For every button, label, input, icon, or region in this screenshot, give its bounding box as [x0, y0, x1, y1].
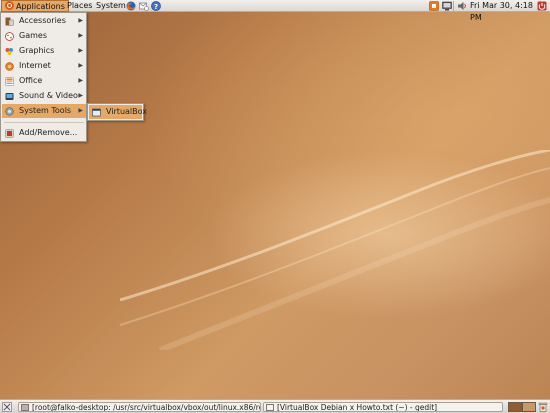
applications-menu-button[interactable]: Applications — [1, 0, 69, 12]
submenu-arrow-icon: ▶ — [78, 107, 83, 114]
taskbar-window-label: [VirtualBox Debian x Howto.txt (~) - ged… — [277, 403, 438, 412]
applications-menu: Accessories ▶ Games ▶ Graphics ▶ Interne… — [0, 12, 87, 142]
menu-item-label: Accessories — [19, 16, 66, 25]
show-desktop-icon[interactable] — [2, 402, 12, 412]
submenu-arrow-icon: ▶ — [78, 92, 83, 99]
menu-item-internet[interactable]: Internet ▶ — [2, 59, 86, 73]
menu-item-sound-video[interactable]: Sound & Video ▶ — [2, 89, 86, 103]
submenu-arrow-icon: ▶ — [78, 47, 83, 54]
menu-item-system-tools[interactable]: System Tools ▶ — [2, 104, 86, 118]
submenu-arrow-icon: ▶ — [78, 62, 83, 69]
panel-separator — [453, 1, 454, 11]
bottom-panel: [root@falko-desktop: /usr/src/virtualbox… — [0, 399, 550, 413]
menu-item-add-remove[interactable]: Add/Remove... — [2, 126, 86, 140]
places-menu-button[interactable]: Places — [64, 0, 95, 12]
menu-item-accessories[interactable]: Accessories ▶ — [2, 14, 86, 28]
menu-item-games[interactable]: Games ▶ — [2, 29, 86, 43]
taskbar-window-gedit[interactable]: [VirtualBox Debian x Howto.txt (~) - ged… — [263, 402, 503, 412]
top-panel: Applications Places System ? Fri Mar 30,… — [0, 0, 550, 22]
mail-launcher-icon[interactable] — [139, 1, 149, 11]
applications-menu-label: Applications — [16, 2, 65, 11]
menu-item-label: VirtualBox — [106, 107, 148, 116]
network-monitor-icon[interactable] — [442, 1, 452, 11]
update-notifier-icon[interactable] — [429, 1, 439, 11]
add-remove-icon — [5, 129, 14, 138]
taskbar-window-label: [root@falko-desktop: /usr/src/virtualbox… — [32, 403, 261, 412]
menu-item-office[interactable]: Office ▶ — [2, 74, 86, 88]
wallpaper-wave — [120, 150, 550, 350]
terminal-icon — [21, 404, 29, 411]
system-menu-button[interactable]: System — [93, 0, 129, 12]
submenu-arrow-icon: ▶ — [78, 77, 83, 84]
workspace-2[interactable] — [522, 402, 536, 412]
menu-item-label: System Tools — [19, 106, 72, 115]
submenu-arrow-icon: ▶ — [78, 17, 83, 24]
taskbar-window-terminal[interactable]: [root@falko-desktop: /usr/src/virtualbox… — [18, 402, 261, 412]
internet-icon — [5, 62, 14, 71]
virtualbox-icon — [92, 108, 101, 117]
sound-video-icon — [5, 93, 14, 100]
menu-separator — [4, 122, 84, 123]
menu-item-label: Games — [19, 31, 47, 40]
menu-item-label: Internet — [19, 61, 51, 70]
office-icon — [5, 77, 14, 86]
text-editor-icon — [266, 404, 274, 411]
volume-icon[interactable] — [457, 1, 467, 11]
system-tools-submenu: VirtualBox — [87, 103, 147, 121]
submenu-arrow-icon: ▶ — [78, 32, 83, 39]
menu-item-label: Office — [19, 76, 43, 85]
workspace-1[interactable] — [508, 402, 522, 412]
graphics-icon — [5, 48, 13, 55]
system-tools-icon — [5, 107, 14, 116]
menu-item-label: Graphics — [19, 46, 55, 55]
ubuntu-logo-icon — [5, 1, 14, 10]
menu-item-virtualbox[interactable]: VirtualBox — [89, 105, 147, 119]
accessories-icon — [5, 17, 14, 26]
menu-item-label: Sound & Video — [19, 91, 78, 100]
help-launcher-icon[interactable]: ? — [151, 1, 161, 11]
games-icon — [5, 32, 14, 41]
menu-item-graphics[interactable]: Graphics ▶ — [2, 44, 86, 58]
trash-icon[interactable] — [538, 402, 548, 412]
firefox-launcher-icon[interactable] — [126, 1, 136, 11]
menu-item-label: Add/Remove... — [19, 128, 78, 137]
power-icon[interactable] — [537, 1, 547, 11]
svg-text:?: ? — [154, 3, 158, 11]
